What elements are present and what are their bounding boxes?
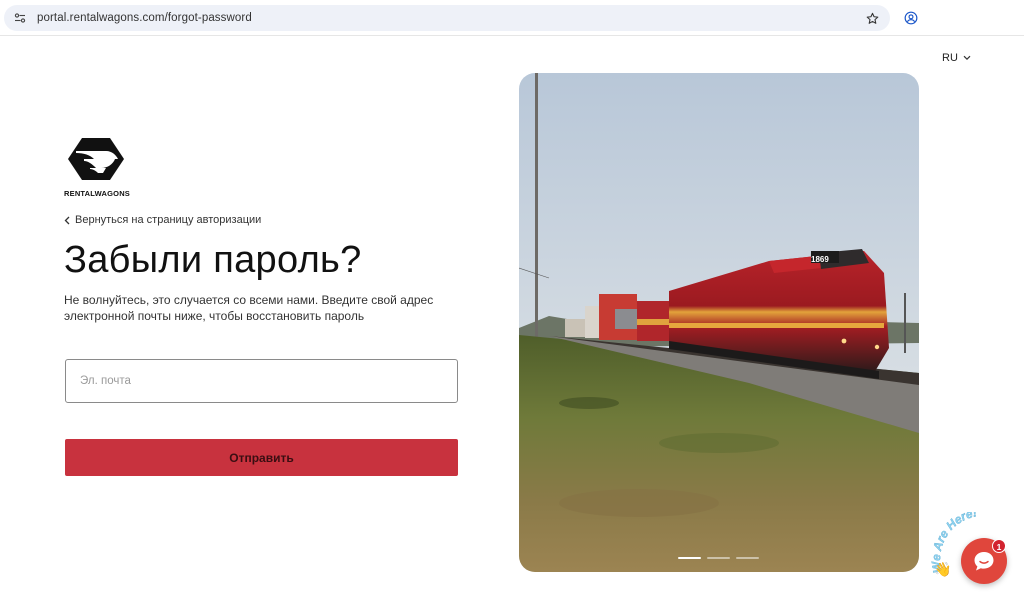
carousel-dot[interactable] [736,557,759,559]
submit-button[interactable]: Отправить [65,439,458,476]
logo-icon [68,138,124,180]
profile-icon[interactable] [903,10,919,26]
brand-logo: RENTALWAGONS [64,137,130,198]
language-label: RU [942,52,958,64]
chat-widget: We Are Here! 👋 1 [930,512,1024,602]
address-bar[interactable]: portal.rentalwagons.com/forgot-password [4,5,890,31]
train-photo: 1869 [519,73,919,572]
locomotive-number: 1869 [811,255,829,264]
language-selector[interactable]: RU [942,52,971,64]
waving-hand-icon: 👋 [934,561,951,578]
back-to-login-link[interactable]: Вернуться на страницу авторизации [64,214,261,226]
bookmark-star-icon[interactable] [864,10,880,26]
chat-bubble-icon [974,552,994,571]
carousel-dot[interactable] [707,557,730,559]
hero-image: 1869 [519,73,919,572]
chevron-down-icon [963,55,971,61]
url-text[interactable]: portal.rentalwagons.com/forgot-password [37,12,252,24]
carousel-indicators [678,557,759,559]
back-link-label: Вернуться на страницу авторизации [75,214,262,226]
logo-text: RENTALWAGONS [64,189,131,198]
page-title: Забыли пароль? [64,239,362,281]
page-subtitle: Не волнуйтесь, это случается со всеми на… [64,293,434,323]
email-field[interactable] [65,359,458,403]
unread-badge: 1 [992,539,1006,553]
site-settings-icon[interactable] [11,9,29,27]
carousel-dot[interactable] [678,557,701,559]
chevron-left-icon [64,216,70,224]
browser-toolbar: portal.rentalwagons.com/forgot-password [0,0,1024,36]
